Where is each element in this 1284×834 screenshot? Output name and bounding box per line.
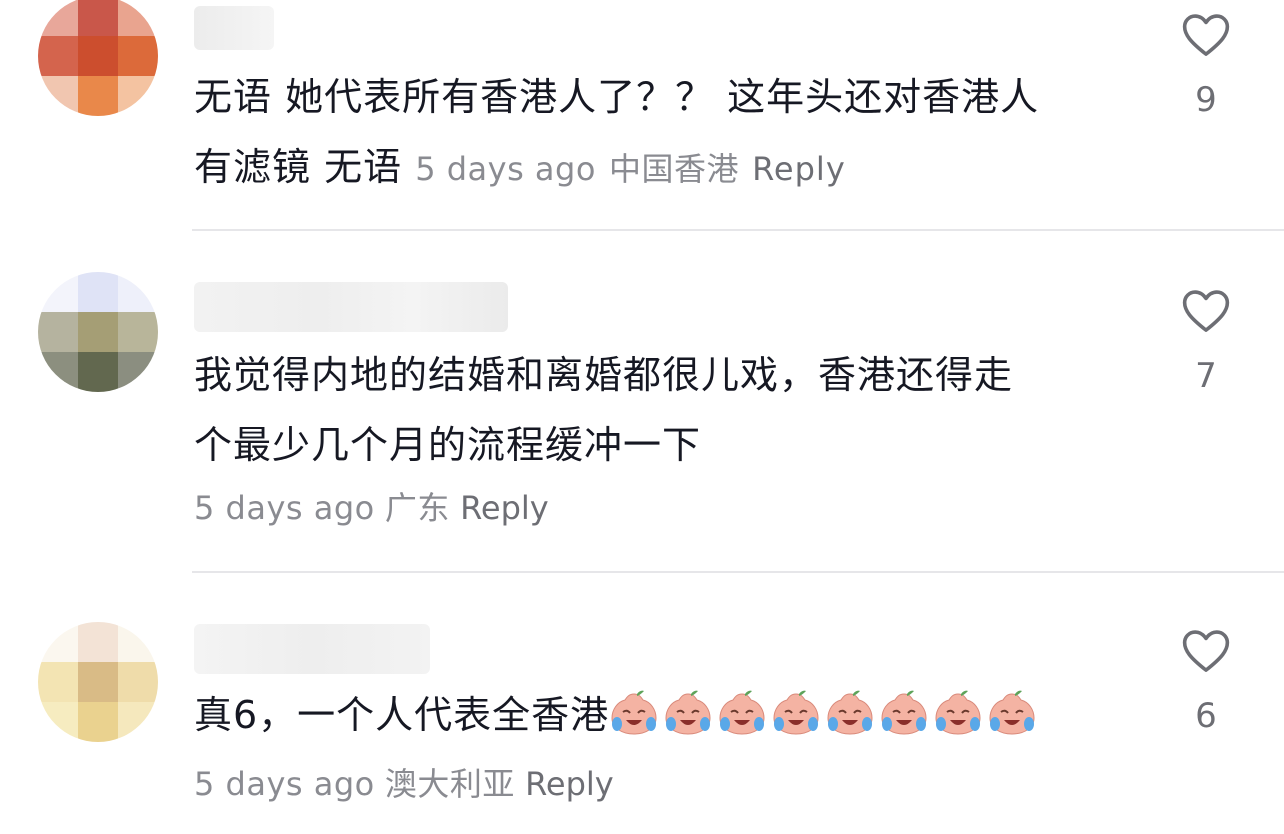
reply-button[interactable]: Reply xyxy=(460,489,549,527)
comment-text-line: 我觉得内地的结婚和离婚都很儿戏，香港还得走 xyxy=(194,353,1014,397)
avatar-mosaic-cell xyxy=(38,36,78,76)
comment-text-tail: 有滤镜 无语 xyxy=(194,145,403,189)
avatar-mosaic-cell xyxy=(78,36,118,76)
heart-outline-icon xyxy=(1182,14,1230,56)
avatar[interactable] xyxy=(38,0,158,116)
like-count: 7 xyxy=(1195,356,1217,396)
crying-laughing-peach-emoji xyxy=(717,688,767,735)
avatar-mosaic-cell xyxy=(118,622,158,662)
heart-outline-icon xyxy=(1182,290,1230,332)
crying-laughing-peach-emoji xyxy=(771,688,821,735)
crying-laughing-peach-emoji xyxy=(609,688,659,735)
comment-text: 无语 她代表所有香港人了？？ 这年头还对香港人 有滤镜 无语 5 days ag… xyxy=(194,62,1124,204)
avatar-mosaic-cell xyxy=(118,36,158,76)
username-blurred[interactable] xyxy=(194,624,430,674)
comment-meta: 5 days ago 广东 Reply xyxy=(194,488,549,528)
avatar-mosaic-cell xyxy=(118,312,158,352)
comment-text-line: 个最少几个月的流程缓冲一下 xyxy=(194,423,702,467)
avatar-mosaic-cell xyxy=(38,312,78,352)
like-count: 6 xyxy=(1195,696,1217,736)
avatar-mosaic-cell xyxy=(78,0,118,36)
avatar-mosaic-cell xyxy=(118,272,158,312)
avatar-mosaic-cell xyxy=(38,0,78,36)
comment-location: 中国香港 xyxy=(609,150,740,188)
avatar-mosaic-cell xyxy=(38,702,78,742)
avatar-mosaic-cell xyxy=(78,76,118,116)
avatar-mosaic-cell xyxy=(78,662,118,702)
avatar-mosaic-cell xyxy=(38,662,78,702)
crying-laughing-peach-emoji xyxy=(987,688,1037,735)
avatar-mosaic-cell xyxy=(38,272,78,312)
comment-time: 5 days ago xyxy=(194,765,375,803)
comment-location: 广东 xyxy=(384,489,450,527)
avatar-mosaic-cell xyxy=(118,662,158,702)
avatar-mosaic-cell xyxy=(118,76,158,116)
avatar-mosaic-cell xyxy=(78,272,118,312)
crying-laughing-peach-emoji xyxy=(933,688,983,735)
like-button[interactable]: 7 xyxy=(1170,284,1242,396)
crying-laughing-peach-emoji xyxy=(663,688,713,735)
crying-laughing-peach-emoji xyxy=(825,688,875,735)
avatar-mosaic-cell xyxy=(38,622,78,662)
comment-text-line: 无语 她代表所有香港人了？？ 这年头还对香港人 xyxy=(194,75,1040,119)
comment-time: 5 days ago xyxy=(415,150,596,188)
comment-text-line: 真6，一个人代表全香港 xyxy=(194,680,1124,750)
avatar-mosaic-cell xyxy=(78,352,118,392)
avatar-mosaic-cell xyxy=(78,622,118,662)
comment-text-main: 真6，一个人代表全香港 xyxy=(194,693,610,737)
divider xyxy=(192,571,1284,573)
like-button[interactable]: 9 xyxy=(1170,8,1242,120)
comment-meta: 5 days ago 澳大利亚 Reply xyxy=(194,764,614,804)
like-button[interactable]: 6 xyxy=(1170,624,1242,736)
comment-text: 我觉得内地的结婚和离婚都很儿戏，香港还得走 个最少几个月的流程缓冲一下 xyxy=(194,340,1124,480)
crying-laughing-peach-emoji xyxy=(879,688,929,735)
reply-button[interactable]: Reply xyxy=(525,765,614,803)
heart-outline-icon xyxy=(1182,630,1230,672)
avatar-mosaic-cell xyxy=(118,702,158,742)
emoji-row xyxy=(609,690,1041,737)
avatar-mosaic-cell xyxy=(118,352,158,392)
username-blurred[interactable] xyxy=(194,6,274,50)
comment-text-line: 有滤镜 无语 5 days ago 中国香港 Reply xyxy=(194,132,1124,204)
avatar-mosaic-cell xyxy=(118,0,158,36)
avatar-mosaic-cell xyxy=(78,312,118,352)
comment-text: 真6，一个人代表全香港 xyxy=(194,680,1124,750)
comment-location: 澳大利亚 xyxy=(384,765,515,803)
avatar-mosaic-cell xyxy=(38,352,78,392)
username-blurred[interactable] xyxy=(194,282,508,332)
avatar-mosaic-cell xyxy=(78,702,118,742)
comment-time: 5 days ago xyxy=(194,489,375,527)
like-count: 9 xyxy=(1195,80,1217,120)
avatar[interactable] xyxy=(38,622,158,742)
reply-button[interactable]: Reply xyxy=(752,150,846,188)
divider xyxy=(192,229,1284,231)
avatar[interactable] xyxy=(38,272,158,392)
avatar-mosaic-cell xyxy=(38,76,78,116)
